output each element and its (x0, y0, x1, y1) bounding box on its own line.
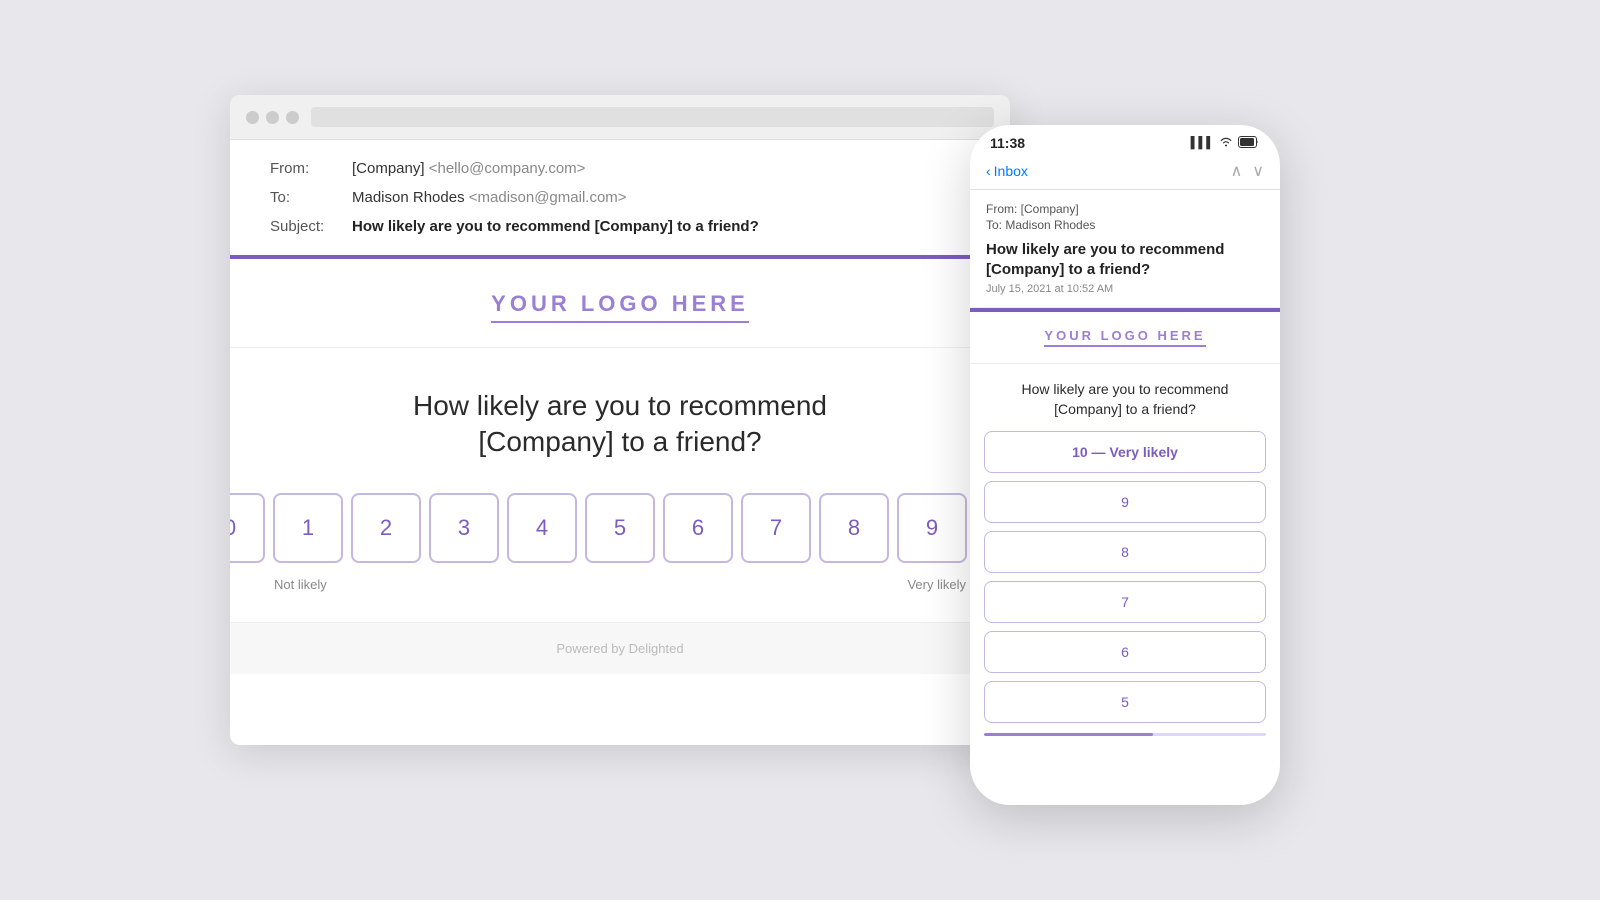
nps-btn-1[interactable]: 1 (273, 493, 343, 563)
nps-labels: Not likely Very likely (270, 577, 970, 592)
browser-chrome (230, 95, 1010, 140)
nps-btn-9[interactable]: 9 (897, 493, 967, 563)
phone-back-button[interactable]: ‹ Inbox (986, 163, 1028, 179)
phone-nps-item-7[interactable]: 7 (984, 581, 1266, 623)
phone-email-body: YOUR LOGO HERE How likely are you to rec… (970, 312, 1280, 736)
email-from-field: From: [Company] <hello@company.com> (270, 160, 970, 177)
from-company: [Company] (352, 160, 425, 177)
powered-by-label: Powered by Delighted (556, 641, 683, 656)
subject-text: How likely are you to recommend [Company… (352, 218, 759, 235)
phone-scrollbar-thumb (984, 733, 1153, 736)
phone-email-header: From: [Company] To: Madison Rhodes How l… (970, 190, 1280, 308)
inbox-label: Inbox (994, 163, 1028, 179)
phone-survey-question: How likely are you to recommend [Company… (970, 364, 1280, 431)
phone-subject: How likely are you to recommend [Company… (986, 240, 1264, 279)
browser-dot-1 (246, 111, 259, 124)
from-value: [Company] <hello@company.com> (352, 160, 585, 177)
label-not-likely: Not likely (274, 577, 327, 592)
nps-buttons-desktop: 0 1 2 3 4 5 6 7 8 9 10 (270, 493, 970, 563)
survey-question-desktop: How likely are you to recommend[Company]… (270, 388, 970, 461)
to-email: <madison@gmail.com> (469, 189, 627, 206)
label-very-likely: Very likely (907, 577, 966, 592)
from-label: From: (270, 160, 340, 177)
phone-nps-item-9[interactable]: 9 (984, 481, 1266, 523)
nps-btn-5[interactable]: 5 (585, 493, 655, 563)
nps-btn-2[interactable]: 2 (351, 493, 421, 563)
phone-logo-placeholder: YOUR LOGO HERE (1044, 328, 1205, 347)
phone-nps-item-10[interactable]: 10 — Very likely (984, 431, 1266, 473)
subject-label: Subject: (270, 218, 340, 235)
phone-nps-item-5[interactable]: 5 (984, 681, 1266, 723)
battery-icon (1238, 136, 1260, 151)
nps-btn-6[interactable]: 6 (663, 493, 733, 563)
to-value: Madison Rhodes <madison@gmail.com> (352, 189, 627, 206)
chevron-left-icon: ‹ (986, 163, 991, 179)
nps-btn-4[interactable]: 4 (507, 493, 577, 563)
phone-nps-item-6[interactable]: 6 (984, 631, 1266, 673)
browser-dot-2 (266, 111, 279, 124)
nps-btn-0[interactable]: 0 (230, 493, 265, 563)
phone-logo-section: YOUR LOGO HERE (970, 312, 1280, 364)
phone-date: July 15, 2021 at 10:52 AM (986, 283, 1264, 295)
email-subject-field: Subject: How likely are you to recommend… (270, 218, 970, 235)
phone-nps-item-8[interactable]: 8 (984, 531, 1266, 573)
up-arrow-icon[interactable]: ∧ (1231, 161, 1243, 181)
nps-btn-7[interactable]: 7 (741, 493, 811, 563)
browser-address-bar[interactable] (311, 107, 994, 127)
phone-from: From: [Company] (986, 202, 1264, 216)
to-name: Madison Rhodes (352, 189, 465, 206)
survey-section-desktop: How likely are you to recommend[Company]… (230, 348, 1010, 622)
phone-scrollbar (984, 733, 1266, 736)
phone-nps-list: 10 — Very likely 9 8 7 6 5 (970, 431, 1280, 723)
browser-dots (246, 111, 299, 124)
scene: From: [Company] <hello@company.com> To: … (230, 95, 1370, 805)
phone-to: To: Madison Rhodes (986, 218, 1264, 232)
nps-btn-8[interactable]: 8 (819, 493, 889, 563)
email-header: From: [Company] <hello@company.com> To: … (230, 140, 1010, 255)
email-body: YOUR LOGO HERE How likely are you to rec… (230, 259, 1010, 622)
email-to-field: To: Madison Rhodes <madison@gmail.com> (270, 189, 970, 206)
phone-nav-arrows: ∧ ∨ (1231, 161, 1264, 181)
signal-icon: ▌▌▌ (1191, 137, 1214, 149)
email-footer-desktop: Powered by Delighted (230, 622, 1010, 674)
from-email: <hello@company.com> (429, 160, 586, 177)
nps-btn-3[interactable]: 3 (429, 493, 499, 563)
wifi-icon (1219, 137, 1233, 150)
mobile-phone: 11:38 ▌▌▌ (970, 125, 1280, 805)
phone-status-bar: 11:38 ▌▌▌ (970, 125, 1280, 157)
browser-dot-3 (286, 111, 299, 124)
desktop-browser: From: [Company] <hello@company.com> To: … (230, 95, 1010, 745)
down-arrow-icon[interactable]: ∨ (1252, 161, 1264, 181)
phone-nav-bar: ‹ Inbox ∧ ∨ (970, 157, 1280, 190)
phone-status-icons: ▌▌▌ (1191, 136, 1260, 151)
phone-time: 11:38 (990, 135, 1025, 151)
to-label: To: (270, 189, 340, 206)
logo-placeholder-desktop: YOUR LOGO HERE (491, 291, 749, 323)
logo-section-desktop: YOUR LOGO HERE (230, 259, 1010, 348)
